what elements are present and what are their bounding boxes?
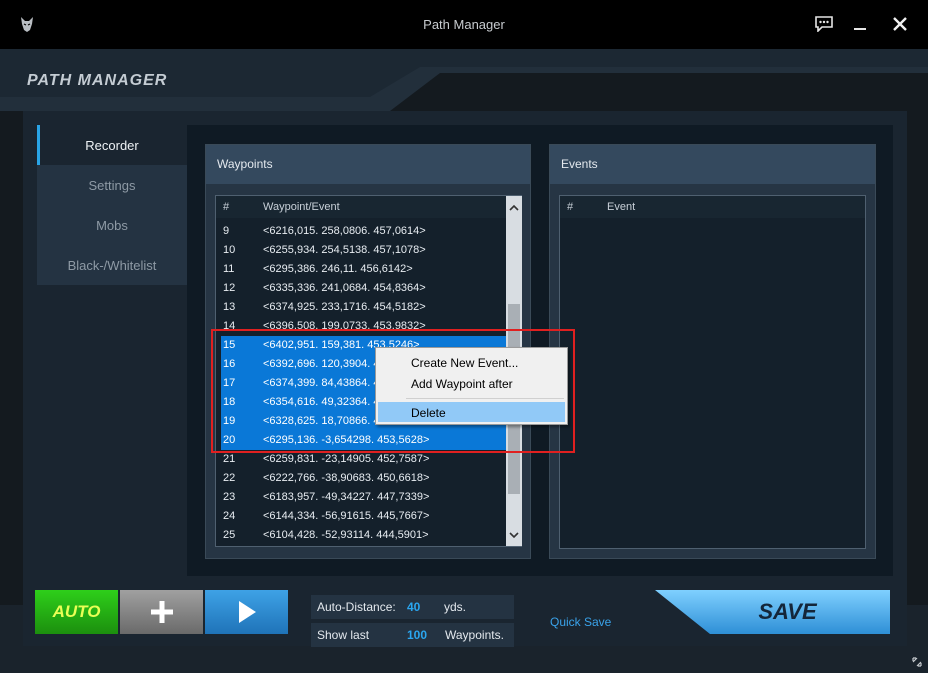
col-num-header: # xyxy=(223,201,230,213)
nav-recorder[interactable]: Recorder xyxy=(37,125,187,165)
row-waypoint: <6222,766. -38,90683. 450,6618> xyxy=(263,472,430,484)
show-last-unit: Waypoints. xyxy=(445,628,504,642)
table-row[interactable]: 13 <6374,925. 233,1716. 454,5182> xyxy=(221,298,516,317)
row-waypoint: <6144,334. -56,91615. 445,7667> xyxy=(263,510,430,522)
events-group: Events # Event xyxy=(549,144,876,559)
table-row[interactable]: 12 <6335,336. 241,0684. 454,8364> xyxy=(221,279,516,298)
show-last-label: Show last xyxy=(317,628,370,642)
resize-grip-icon[interactable] xyxy=(911,656,923,668)
row-number: 10 xyxy=(223,244,236,256)
events-title: Events xyxy=(550,145,875,184)
add-waypoint-button[interactable] xyxy=(120,590,203,634)
scroll-up-icon[interactable] xyxy=(506,198,522,216)
row-number: 25 xyxy=(223,529,236,541)
side-nav: Recorder Settings Mobs Black-/Whitelist xyxy=(37,125,187,285)
auto-distance-label: Auto-Distance: xyxy=(317,600,396,614)
show-last-value[interactable]: 100 xyxy=(407,628,427,642)
table-row[interactable]: 23 <6183,957. -49,34227. 447,7339> xyxy=(221,488,516,507)
plus-icon xyxy=(150,601,173,623)
save-label: SAVE xyxy=(758,599,817,624)
table-row[interactable]: 10 <6255,934. 254,5138. 457,1078> xyxy=(221,241,516,260)
chat-bubble-icon[interactable] xyxy=(813,13,835,35)
events-list[interactable]: # Event xyxy=(559,195,866,549)
selection-highlight-box xyxy=(211,329,575,453)
auto-button[interactable]: AUTO xyxy=(35,590,118,634)
row-waypoint: <6104,428. -52,93114. 444,5901> xyxy=(263,529,429,541)
minimize-icon[interactable] xyxy=(849,13,871,35)
table-row[interactable]: 9 <6216,015. 258,0806. 457,0614> xyxy=(221,222,516,241)
row-number: 13 xyxy=(223,301,236,313)
row-waypoint: <6374,925. 233,1716. 454,5182> xyxy=(263,301,426,313)
app-logo: PATH MANAGER xyxy=(27,72,168,89)
auto-distance-unit: yds. xyxy=(444,600,467,614)
quick-save-link[interactable]: Quick Save xyxy=(550,615,611,629)
nav-mobs[interactable]: Mobs xyxy=(37,205,187,245)
save-button[interactable]: SAVE xyxy=(655,590,890,634)
row-number: 24 xyxy=(223,510,236,522)
close-icon[interactable] xyxy=(889,13,911,35)
row-waypoint: <6216,015. 258,0806. 457,0614> xyxy=(263,225,426,237)
row-number: 11 xyxy=(223,263,235,275)
table-row[interactable]: 24 <6144,334. -56,91615. 445,7667> xyxy=(221,507,516,526)
events-col-num-header: # xyxy=(567,201,574,213)
auto-distance-setting: Auto-Distance: 40 yds. xyxy=(311,595,514,619)
col-waypoint-header: Waypoint/Event xyxy=(263,201,340,213)
row-number: 12 xyxy=(223,282,236,294)
events-list-header: # Event xyxy=(560,196,865,218)
row-number: 23 xyxy=(223,491,236,503)
scroll-down-icon[interactable] xyxy=(506,526,522,544)
window-title: Path Manager xyxy=(423,17,505,32)
row-number: 9 xyxy=(223,225,230,237)
row-waypoint: <6259,831. -23,14905. 452,7587> xyxy=(263,453,430,465)
table-row[interactable]: 11 <6295,386. 246,11. 456,6142> xyxy=(221,260,516,279)
row-waypoint: <6335,336. 241,0684. 454,8364> xyxy=(263,282,426,294)
title-bar: Path Manager xyxy=(0,0,928,49)
row-waypoint: <6255,934. 254,5138. 457,1078> xyxy=(263,244,426,256)
table-row[interactable]: 25 <6104,428. -52,93114. 444,5901> xyxy=(221,526,516,545)
waypoints-title: Waypoints xyxy=(206,145,530,184)
play-icon xyxy=(238,601,256,623)
show-last-setting: Show last 100 Waypoints. xyxy=(311,623,514,647)
nav-settings[interactable]: Settings xyxy=(37,165,187,205)
row-number: 21 xyxy=(223,453,236,465)
row-number: 22 xyxy=(223,472,236,484)
waypoints-list-header: # Waypoint/Event xyxy=(216,196,521,218)
row-waypoint: <6295,386. 246,11. 456,6142> xyxy=(263,263,413,275)
play-button[interactable] xyxy=(205,590,288,634)
nav-blacklist[interactable]: Black-/Whitelist xyxy=(37,245,187,285)
events-col-event-header: Event xyxy=(607,201,636,213)
auto-distance-value[interactable]: 40 xyxy=(407,600,420,614)
row-waypoint: <6183,957. -49,34227. 447,7339> xyxy=(263,491,430,503)
table-row[interactable]: 22 <6222,766. -38,90683. 450,6618> xyxy=(221,469,516,488)
